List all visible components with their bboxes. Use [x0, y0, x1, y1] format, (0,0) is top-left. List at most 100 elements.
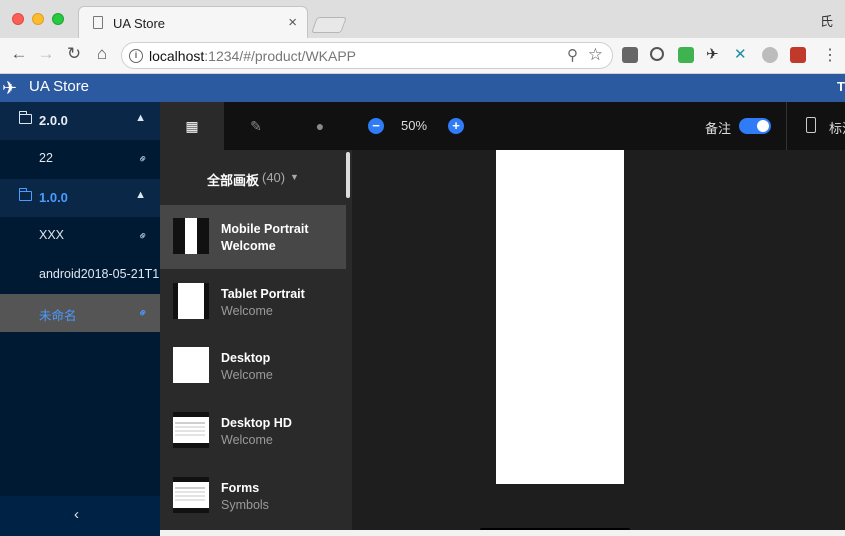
artboard-name: Desktop HD	[221, 416, 292, 430]
forward-arrow-icon[interactable]: →	[36, 44, 56, 64]
design-canvas[interactable]	[352, 150, 845, 536]
phone-icon[interactable]	[806, 117, 816, 133]
list-item[interactable]: Tablet Portrait Welcome	[160, 270, 346, 334]
artboard-thumbnail	[173, 283, 209, 319]
version-label: 2.0.0	[39, 113, 68, 128]
toggle-knob	[757, 120, 769, 132]
bookmark-star-icon[interactable]: ☆	[588, 45, 603, 65]
tab-title: UA Store	[113, 16, 166, 31]
version-sidebar: 2.0.0 ▲ 22 ⚭ 1.0.0 ▲ XXX ⚭ android2018-0…	[0, 102, 160, 536]
note-label: 备注	[705, 121, 732, 136]
home-icon[interactable]: ⌂	[92, 44, 112, 64]
artboard-name: Desktop	[221, 351, 271, 365]
sidebar-item-label: 22	[39, 151, 53, 165]
extension-icon[interactable]: ✈	[706, 45, 722, 63]
zoom-magnifier-icon[interactable]: ⚲	[567, 46, 578, 64]
new-tab-button[interactable]	[311, 17, 347, 33]
chevron-down-icon: ▼	[290, 172, 299, 182]
edit-icon: ✎	[250, 118, 262, 134]
artboard-filter-dropdown[interactable]: 全部画板 (40) ▼	[160, 150, 346, 205]
document-icon	[93, 16, 103, 29]
artboard-thumbnail	[173, 218, 209, 254]
extension-icon[interactable]	[678, 47, 694, 63]
tab-close-icon[interactable]: ×	[288, 14, 297, 31]
sidebar-item-label: 未命名	[39, 309, 77, 323]
artboard-page: Welcome	[221, 304, 273, 318]
artboard-name: Forms	[221, 481, 260, 495]
maximize-window-button[interactable]	[52, 13, 64, 25]
extension-icon[interactable]	[650, 47, 664, 61]
zoom-in-button[interactable]: +	[448, 118, 464, 134]
grid-icon: ▦	[185, 118, 199, 134]
zoom-level: 50%	[401, 118, 428, 133]
url-host: localhost	[149, 48, 205, 64]
divider	[786, 102, 787, 150]
mark-label[interactable]: 标注	[829, 118, 845, 137]
tab-artboards[interactable]: ▦	[160, 102, 224, 150]
version-row-1-0-0[interactable]: 1.0.0 ▲	[0, 179, 160, 217]
artboard-preview[interactable]	[496, 150, 624, 484]
link-icon[interactable]: ⚭	[134, 304, 151, 321]
back-arrow-icon[interactable]: ←	[9, 44, 29, 64]
link-icon[interactable]: ⚭	[134, 227, 151, 244]
version-row-2-0-0[interactable]: 2.0.0 ▲	[0, 102, 160, 140]
chevron-left-icon: ‹	[74, 506, 79, 523]
artboard-page: Welcome	[221, 239, 276, 253]
artboard-count: (40)	[262, 170, 286, 185]
info-icon[interactable]: i	[129, 49, 143, 63]
artboard-name: Tablet Portrait	[221, 287, 305, 301]
note-toggle[interactable]	[739, 118, 771, 134]
extension-icon[interactable]	[622, 47, 638, 63]
url-text[interactable]: localhost:1234/#/product/WKAPP	[149, 48, 356, 64]
profile-button[interactable]: 氏	[820, 11, 833, 30]
sidebar-item[interactable]: XXX ⚭	[0, 217, 160, 255]
version-label: 1.0.0	[39, 190, 68, 205]
artboard-thumbnail	[173, 412, 209, 448]
tab-colors[interactable]: ●	[288, 102, 352, 150]
app-header: ✈ UA Store T	[0, 74, 845, 102]
chevron-up-icon[interactable]: ▲	[135, 112, 146, 124]
sidebar-item-label: android2018-05-21T1	[39, 267, 160, 281]
sidebar-item-label: XXX	[39, 228, 65, 242]
artboard-name: Mobile Portrait	[221, 222, 309, 236]
bottom-strip	[160, 530, 845, 536]
address-bar[interactable]: i localhost:1234/#/product/WKAPP ⚲ ☆	[121, 42, 613, 69]
folder-icon	[18, 188, 32, 201]
list-item[interactable]: Mobile Portrait Welcome	[160, 205, 346, 269]
collapse-sidebar-button[interactable]: ‹	[0, 496, 160, 536]
close-window-button[interactable]	[12, 13, 24, 25]
browser-toolbar: ← → ↻ ⌂ i localhost:1234/#/product/WKAPP…	[0, 38, 845, 74]
tab-edit[interactable]: ✎	[224, 102, 288, 150]
logo-icon: ✈	[2, 78, 18, 98]
zoom-out-button[interactable]: −	[368, 118, 384, 134]
extension-icon[interactable]	[790, 47, 806, 63]
menu-dots-icon[interactable]: ⋮	[822, 45, 838, 65]
artboard-page: Welcome	[221, 433, 273, 447]
sidebar-item[interactable]: android2018-05-21T1	[0, 256, 160, 294]
app-title: UA Store	[29, 78, 90, 95]
panel-tabs: ▦ ✎ ●	[160, 102, 352, 150]
drop-icon: ●	[315, 118, 325, 134]
list-item[interactable]: Desktop Welcome	[160, 334, 346, 398]
sidebar-item[interactable]: 22 ⚭	[0, 140, 160, 178]
header-right-label[interactable]: T	[837, 79, 845, 94]
minimize-window-button[interactable]	[32, 13, 44, 25]
artboard-page: Welcome	[221, 368, 273, 382]
canvas-toolbar: − 50% + 备注 标注	[352, 102, 845, 150]
sidebar-item[interactable]: 未命名 ⚭	[0, 294, 160, 332]
artboard-list: 全部画板 (40) ▼ Mobile Portrait Welcome Tabl…	[160, 150, 352, 536]
artboard-thumbnail	[173, 477, 209, 513]
list-item[interactable]: Forms Symbols	[160, 464, 346, 528]
link-icon[interactable]: ⚭	[134, 150, 151, 167]
list-item[interactable]: Desktop HD Welcome	[160, 399, 346, 463]
artboard-thumbnail	[173, 347, 209, 383]
scrollbar[interactable]	[346, 152, 350, 198]
extension-icon[interactable]	[762, 47, 778, 63]
artboard-page: Symbols	[221, 498, 269, 512]
all-boards-label: 全部画板	[207, 173, 260, 188]
extension-icon[interactable]: ✕	[734, 45, 750, 63]
chevron-up-icon[interactable]: ▲	[135, 189, 146, 201]
browser-tab[interactable]: UA Store ×	[78, 6, 308, 38]
folder-icon	[18, 111, 32, 124]
reload-icon[interactable]: ↻	[64, 44, 84, 64]
